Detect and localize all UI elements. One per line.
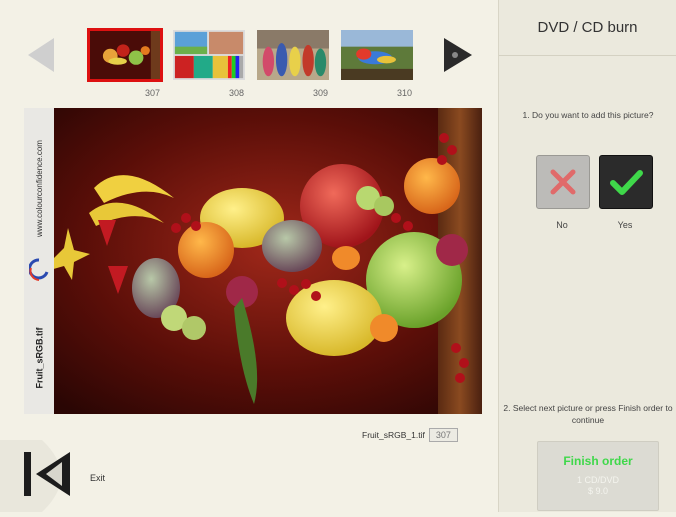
thumbnail-309[interactable] — [255, 28, 331, 82]
finish-order-button[interactable]: Finish order 1 CD/DVD $ 9.0 — [537, 441, 659, 511]
file-name: Fruit_sRGB_1.tif — [362, 430, 425, 440]
instruction-next: 2. Select next picture or press Finish o… — [503, 403, 673, 425]
side-url-text: www.colourconfidence.com — [34, 139, 44, 237]
no-label: No — [556, 220, 568, 230]
thumbnail-310[interactable] — [339, 28, 415, 82]
finish-order-price: $ 9.0 — [587, 486, 609, 496]
no-button[interactable] — [536, 155, 590, 209]
thumbnail-number: 309 — [312, 88, 328, 98]
question-add-picture: 1. Do you want to add this picture? — [522, 110, 654, 120]
finish-order-label: Finish order — [563, 454, 633, 468]
prev-arrow-icon[interactable] — [24, 36, 60, 74]
thumbnail-number: 308 — [228, 88, 244, 98]
yes-button[interactable] — [599, 155, 653, 209]
file-info: Fruit_sRGB_1.tif 307 — [362, 428, 458, 442]
exit-label: Exit — [90, 473, 106, 483]
exit-bar — [24, 452, 31, 496]
finish-order-media: 1 CD/DVD — [576, 475, 619, 485]
yes-label: Yes — [617, 220, 633, 230]
preview-side-strip: www.colourconfidence.com Fruit_sRGB.tif — [24, 108, 54, 414]
x-icon — [550, 169, 576, 195]
right-panel: DVD / CD burn 1. Do you want to add this… — [498, 0, 676, 512]
side-filename-text: Fruit_sRGB.tif — [34, 327, 45, 389]
color-confidence-logo-icon — [29, 258, 49, 281]
next-arrow-icon[interactable] — [440, 36, 476, 74]
thumbnail-number: 310 — [396, 88, 412, 98]
thumbnail-308[interactable] — [171, 28, 247, 82]
thumbnail-307[interactable] — [87, 28, 163, 82]
panel-title: DVD / CD burn — [499, 0, 676, 56]
check-icon — [610, 170, 643, 195]
thumbnail-number: 307 — [144, 88, 160, 98]
main-area: 307 308 309 310 www.colourconfidence.com… — [0, 0, 498, 512]
file-number-box: 307 — [428, 428, 458, 442]
preview-image: www.colourconfidence.com Fruit_sRGB.tif — [24, 108, 482, 414]
exit-button[interactable] — [0, 440, 84, 512]
